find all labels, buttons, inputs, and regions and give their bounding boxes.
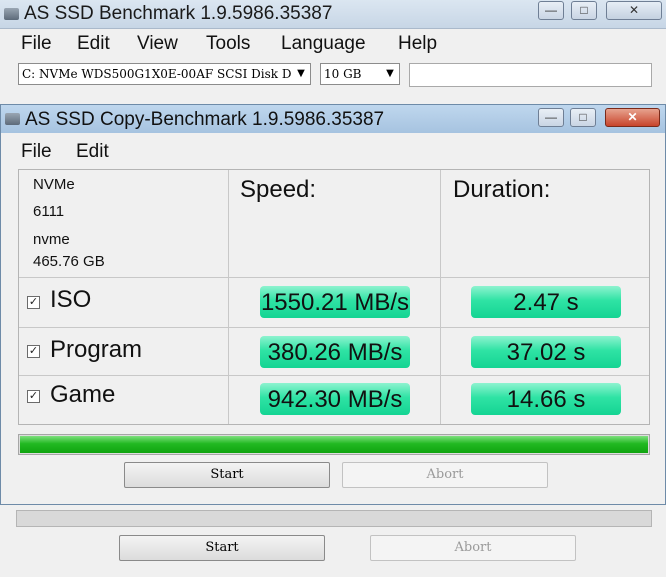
checkmark-icon[interactable]: ✓ bbox=[27, 345, 40, 358]
duration-cell-iso: 2.47 s bbox=[441, 278, 649, 328]
menu-edit[interactable]: Edit bbox=[77, 33, 110, 55]
drive-capacity: 465.76 GB bbox=[33, 253, 105, 270]
duration-value: 2.47 s bbox=[513, 289, 579, 316]
drive-firmware: 6111 bbox=[33, 203, 65, 220]
minimize-icon[interactable]: — bbox=[538, 1, 564, 20]
speed-value: 942.30 MB/s bbox=[267, 386, 403, 413]
speed-cell-iso: 1550.21 MB/s bbox=[229, 278, 441, 328]
menu-language[interactable]: Language bbox=[281, 33, 366, 55]
disk-drive-icon bbox=[4, 8, 19, 20]
disk-drive-icon bbox=[5, 113, 20, 125]
row-label-iso: ✓ ISO bbox=[19, 278, 229, 328]
window-title: AS SSD Copy-Benchmark 1.9.5986.35387 bbox=[25, 109, 385, 130]
row-label-program: ✓ Program bbox=[19, 328, 229, 376]
minimize-icon[interactable]: — bbox=[538, 108, 564, 127]
menu-view[interactable]: View bbox=[137, 33, 178, 55]
status-textbox[interactable] bbox=[409, 63, 652, 87]
benchmark-titlebar[interactable]: AS SSD Benchmark 1.9.5986.35387 — □ ✕ bbox=[0, 0, 666, 29]
chevron-down-icon: ▼ bbox=[381, 64, 399, 84]
speed-value: 380.26 MB/s bbox=[267, 339, 403, 366]
speed-cell-program: 380.26 MB/s bbox=[229, 328, 441, 376]
copy-benchmark-titlebar[interactable]: AS SSD Copy-Benchmark 1.9.5986.35387 — □… bbox=[1, 105, 665, 133]
speed-result-pill: 380.26 MB/s bbox=[260, 336, 410, 368]
menu-help[interactable]: Help bbox=[398, 33, 437, 55]
duration-header-cell: Duration: bbox=[441, 170, 649, 278]
close-icon[interactable]: ✕ bbox=[606, 1, 662, 20]
duration-result-pill: 14.66 s bbox=[471, 383, 621, 415]
speed-result-pill: 1550.21 MB/s bbox=[260, 286, 410, 318]
row-label: Game bbox=[50, 381, 116, 408]
duration-value: 37.02 s bbox=[506, 339, 586, 366]
duration-result-pill: 37.02 s bbox=[471, 336, 621, 368]
menu-edit[interactable]: Edit bbox=[76, 141, 109, 163]
results-grid: NVMe 6111 nvme 465.76 GB Speed: Duration… bbox=[18, 169, 650, 425]
start-button[interactable]: Start bbox=[124, 462, 330, 488]
speed-cell-game: 942.30 MB/s bbox=[229, 376, 441, 424]
menu-bar: File Edit View Tools Language Help bbox=[0, 33, 666, 59]
abort-button[interactable]: Abort bbox=[342, 462, 548, 488]
drive-driver: nvme bbox=[33, 231, 70, 248]
duration-cell-program: 37.02 s bbox=[441, 328, 649, 376]
row-label: Program bbox=[50, 336, 143, 363]
size-select-value: 10 GB bbox=[324, 67, 362, 81]
chevron-down-icon: ▼ bbox=[292, 64, 310, 84]
duration-cell-game: 14.66 s bbox=[441, 376, 649, 424]
row-label: ISO bbox=[50, 286, 92, 313]
benchmark-progress-bar bbox=[16, 510, 652, 527]
drive-select-value: C: NVMe WDS500G1X0E-00AF SCSI Disk D bbox=[22, 67, 292, 81]
maximize-icon[interactable]: □ bbox=[571, 1, 597, 20]
checkmark-icon[interactable]: ✓ bbox=[27, 390, 40, 403]
abort-button[interactable]: Abort bbox=[370, 535, 576, 561]
progress-fill bbox=[20, 436, 648, 453]
menu-file[interactable]: File bbox=[21, 33, 52, 55]
close-icon[interactable]: ✕ bbox=[605, 108, 660, 127]
drive-info-panel: NVMe 6111 nvme 465.76 GB bbox=[19, 170, 229, 278]
speed-header-cell: Speed: bbox=[229, 170, 441, 278]
speed-result-pill: 942.30 MB/s bbox=[260, 383, 410, 415]
start-button[interactable]: Start bbox=[119, 535, 325, 561]
menu-tools[interactable]: Tools bbox=[206, 33, 250, 55]
maximize-icon[interactable]: □ bbox=[570, 108, 596, 127]
speed-header: Speed: bbox=[240, 176, 317, 203]
drive-select[interactable]: C: NVMe WDS500G1X0E-00AF SCSI Disk D ▼ bbox=[18, 63, 311, 85]
drive-model: NVMe bbox=[33, 176, 75, 193]
speed-value: 1550.21 MB/s bbox=[260, 289, 410, 316]
row-label-game: ✓ Game bbox=[19, 376, 229, 424]
menu-file[interactable]: File bbox=[21, 141, 52, 163]
duration-result-pill: 2.47 s bbox=[471, 286, 621, 318]
copy-benchmark-window: AS SSD Copy-Benchmark 1.9.5986.35387 — □… bbox=[0, 104, 666, 505]
checkmark-icon[interactable]: ✓ bbox=[27, 296, 40, 309]
size-select[interactable]: 10 GB ▼ bbox=[320, 63, 400, 85]
menu-bar: File Edit bbox=[1, 141, 665, 165]
duration-value: 14.66 s bbox=[506, 386, 586, 413]
duration-header: Duration: bbox=[453, 176, 551, 203]
window-title: AS SSD Benchmark 1.9.5986.35387 bbox=[24, 3, 333, 24]
copy-progress-bar bbox=[18, 434, 650, 455]
